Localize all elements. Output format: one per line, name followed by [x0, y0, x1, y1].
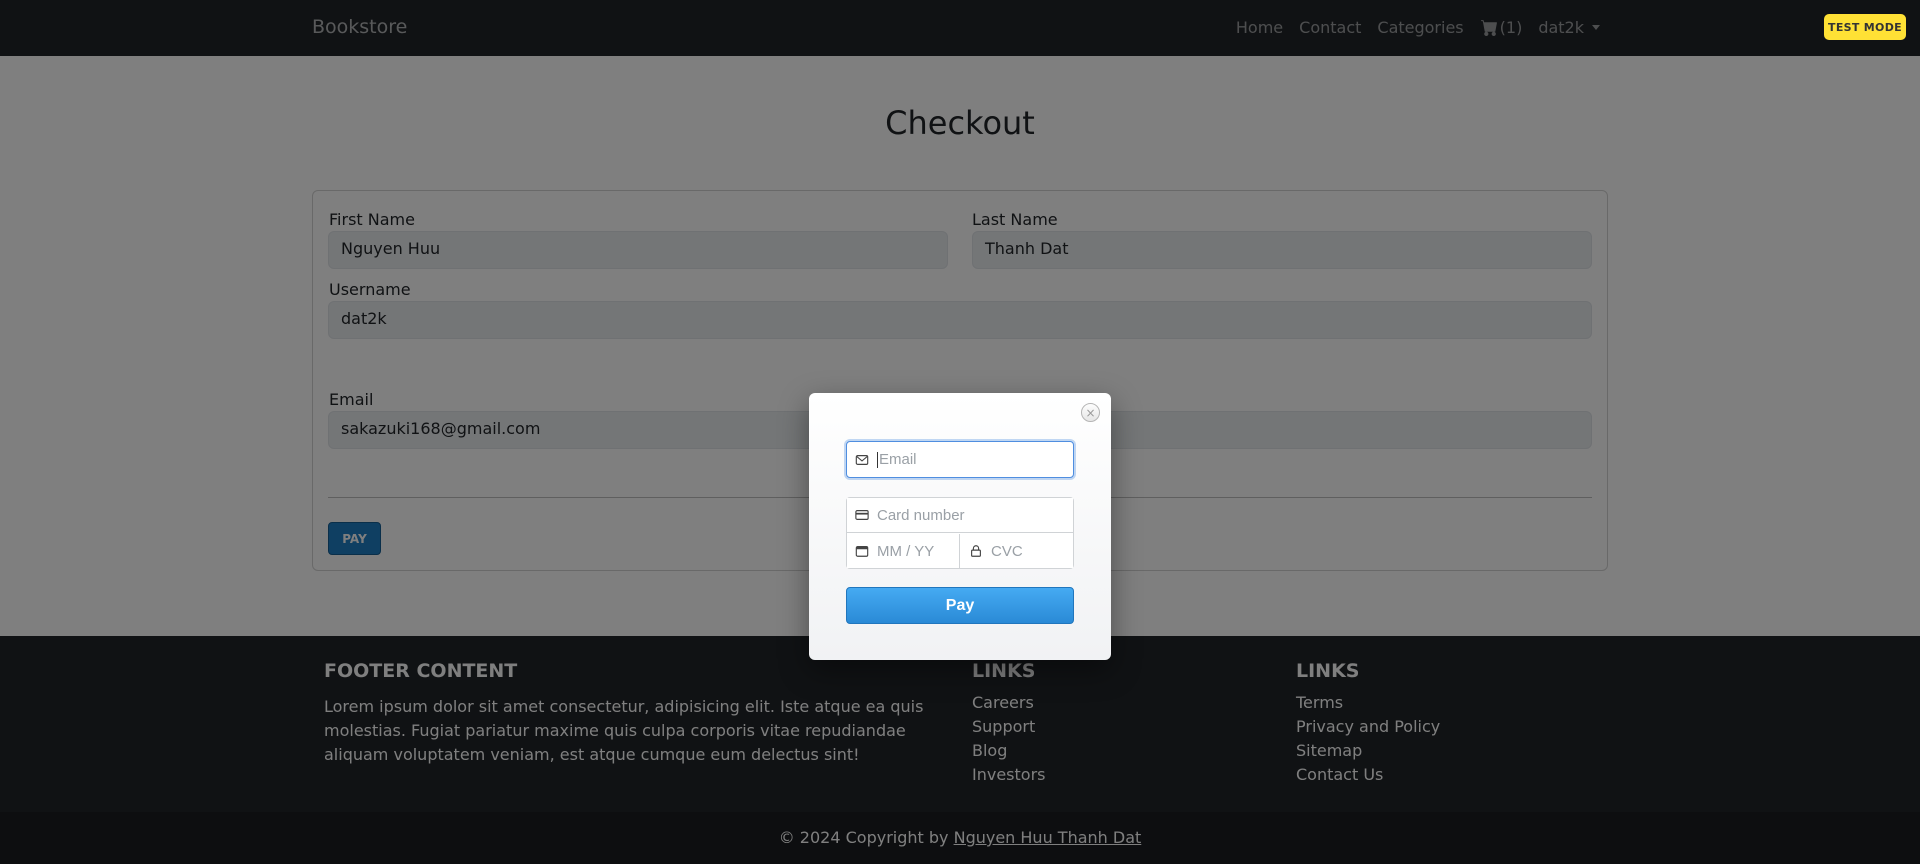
credit-card-icon — [855, 510, 869, 520]
text-cursor — [877, 451, 878, 468]
close-icon[interactable]: × — [1081, 403, 1100, 422]
expiry-placeholder: MM / YY — [877, 542, 935, 560]
mail-icon — [855, 454, 869, 465]
expiry-input[interactable]: MM / YY — [847, 534, 960, 568]
card-number-input[interactable]: Card number — [847, 498, 1073, 533]
test-mode-badge: TEST MODE — [1824, 14, 1906, 40]
calendar-icon — [855, 546, 869, 557]
cvc-input[interactable]: CVC — [961, 534, 1073, 568]
modal-pay-button[interactable]: Pay — [846, 587, 1074, 624]
modal-email-input[interactable]: Email — [846, 441, 1074, 478]
email-placeholder: Email — [879, 451, 917, 468]
card-number-placeholder: Card number — [877, 506, 965, 524]
lock-icon — [971, 545, 981, 557]
cvc-placeholder: CVC — [991, 542, 1023, 560]
